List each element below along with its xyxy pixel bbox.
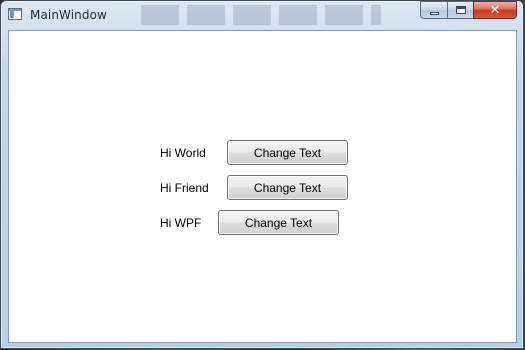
close-button[interactable]: ✕ <box>473 1 517 19</box>
minimize-icon <box>429 12 439 15</box>
app-window-icon[interactable] <box>8 8 22 20</box>
maximize-icon <box>455 6 466 14</box>
window-title: MainWindow <box>30 8 107 22</box>
change-text-button-1[interactable]: Change Text <box>227 140 348 165</box>
background-menu-blur <box>141 5 381 25</box>
label-hi-wpf: Hi WPF <box>160 216 202 230</box>
window-client-area: Hi World Change Text Hi Friend Change Te… <box>8 30 517 343</box>
title-bar[interactable]: MainWindow ✕ <box>1 1 523 29</box>
change-text-button-3[interactable]: Change Text <box>218 210 339 235</box>
label-hi-world: Hi World <box>160 146 206 160</box>
minimize-button[interactable] <box>420 1 447 19</box>
label-hi-friend: Hi Friend <box>160 181 209 195</box>
close-icon: ✕ <box>489 2 501 18</box>
change-text-button-2[interactable]: Change Text <box>227 175 348 200</box>
maximize-button[interactable] <box>447 1 473 19</box>
main-window: MainWindow ✕ Hi World Change Text Hi Fri… <box>0 0 524 349</box>
caption-buttons: ✕ <box>420 1 517 20</box>
